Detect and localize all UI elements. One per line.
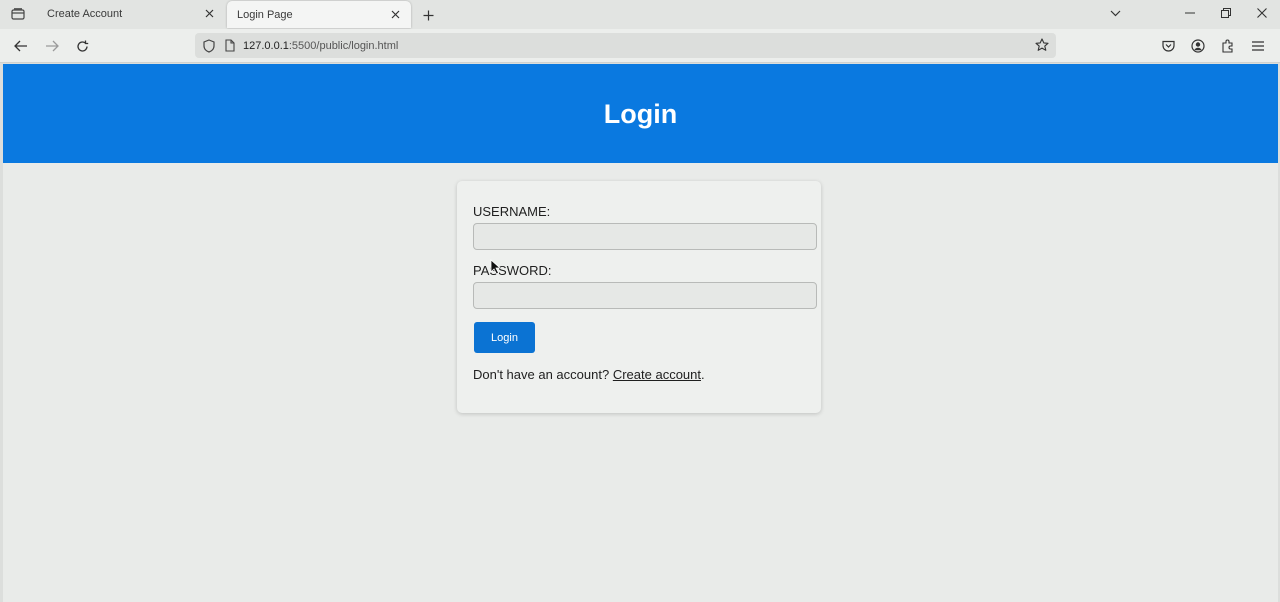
mouse-pointer-icon bbox=[490, 259, 502, 275]
url-path: :5500/public/login.html bbox=[288, 39, 399, 52]
close-icon[interactable] bbox=[385, 5, 405, 25]
hamburger-menu-icon[interactable] bbox=[1248, 37, 1268, 55]
tab-create-account[interactable]: Create Account bbox=[37, 0, 225, 27]
tab-label: Login Page bbox=[237, 8, 293, 21]
page-viewport: Login USERNAME: PASSWORD: Login Don't ha… bbox=[3, 64, 1278, 602]
url-bar[interactable]: 127.0.0.1:5500/public/login.html bbox=[195, 33, 1056, 58]
account-icon[interactable] bbox=[1188, 37, 1208, 55]
tab-login-page[interactable]: Login Page bbox=[227, 1, 411, 28]
page-header: Login bbox=[3, 64, 1278, 163]
chevron-down-icon[interactable] bbox=[1105, 4, 1125, 22]
url-host: 127.0.0.1 bbox=[243, 39, 289, 52]
close-icon[interactable] bbox=[199, 4, 219, 24]
tab-label: Create Account bbox=[47, 7, 123, 20]
star-icon[interactable] bbox=[1034, 37, 1050, 53]
back-arrow-icon[interactable] bbox=[10, 36, 32, 56]
window-controls bbox=[1172, 0, 1280, 26]
signup-prompt-text: Don't have an account? bbox=[473, 367, 610, 382]
minimize-icon[interactable] bbox=[1172, 0, 1208, 26]
password-label: PASSWORD: bbox=[473, 263, 552, 278]
login-form: USERNAME: PASSWORD: Login Don't have an … bbox=[457, 181, 821, 413]
signup-suffix: . bbox=[701, 367, 705, 382]
tab-list-icon[interactable] bbox=[8, 5, 28, 23]
shield-icon[interactable] bbox=[201, 38, 217, 54]
login-button[interactable]: Login bbox=[474, 322, 535, 353]
signup-prompt: Don't have an account? Create account. bbox=[473, 367, 705, 382]
navigation-toolbar: 127.0.0.1:5500/public/login.html bbox=[0, 29, 1280, 63]
username-input[interactable] bbox=[473, 223, 817, 250]
url-text[interactable]: 127.0.0.1:5500/public/login.html bbox=[243, 40, 398, 52]
forward-arrow-icon[interactable] bbox=[41, 36, 63, 56]
page-title: Login bbox=[603, 99, 678, 129]
username-label: USERNAME: bbox=[473, 204, 551, 219]
puzzle-icon[interactable] bbox=[1218, 37, 1238, 55]
reload-icon[interactable] bbox=[71, 36, 93, 56]
page-icon[interactable] bbox=[223, 38, 237, 54]
restore-icon[interactable] bbox=[1208, 0, 1244, 26]
password-input[interactable] bbox=[473, 282, 817, 309]
plus-icon[interactable] bbox=[418, 5, 438, 25]
close-window-icon[interactable] bbox=[1244, 0, 1280, 26]
pocket-icon[interactable] bbox=[1158, 37, 1178, 55]
create-account-link[interactable]: Create account bbox=[613, 367, 701, 382]
tab-bar: Create Account Login Page bbox=[0, 0, 1280, 29]
